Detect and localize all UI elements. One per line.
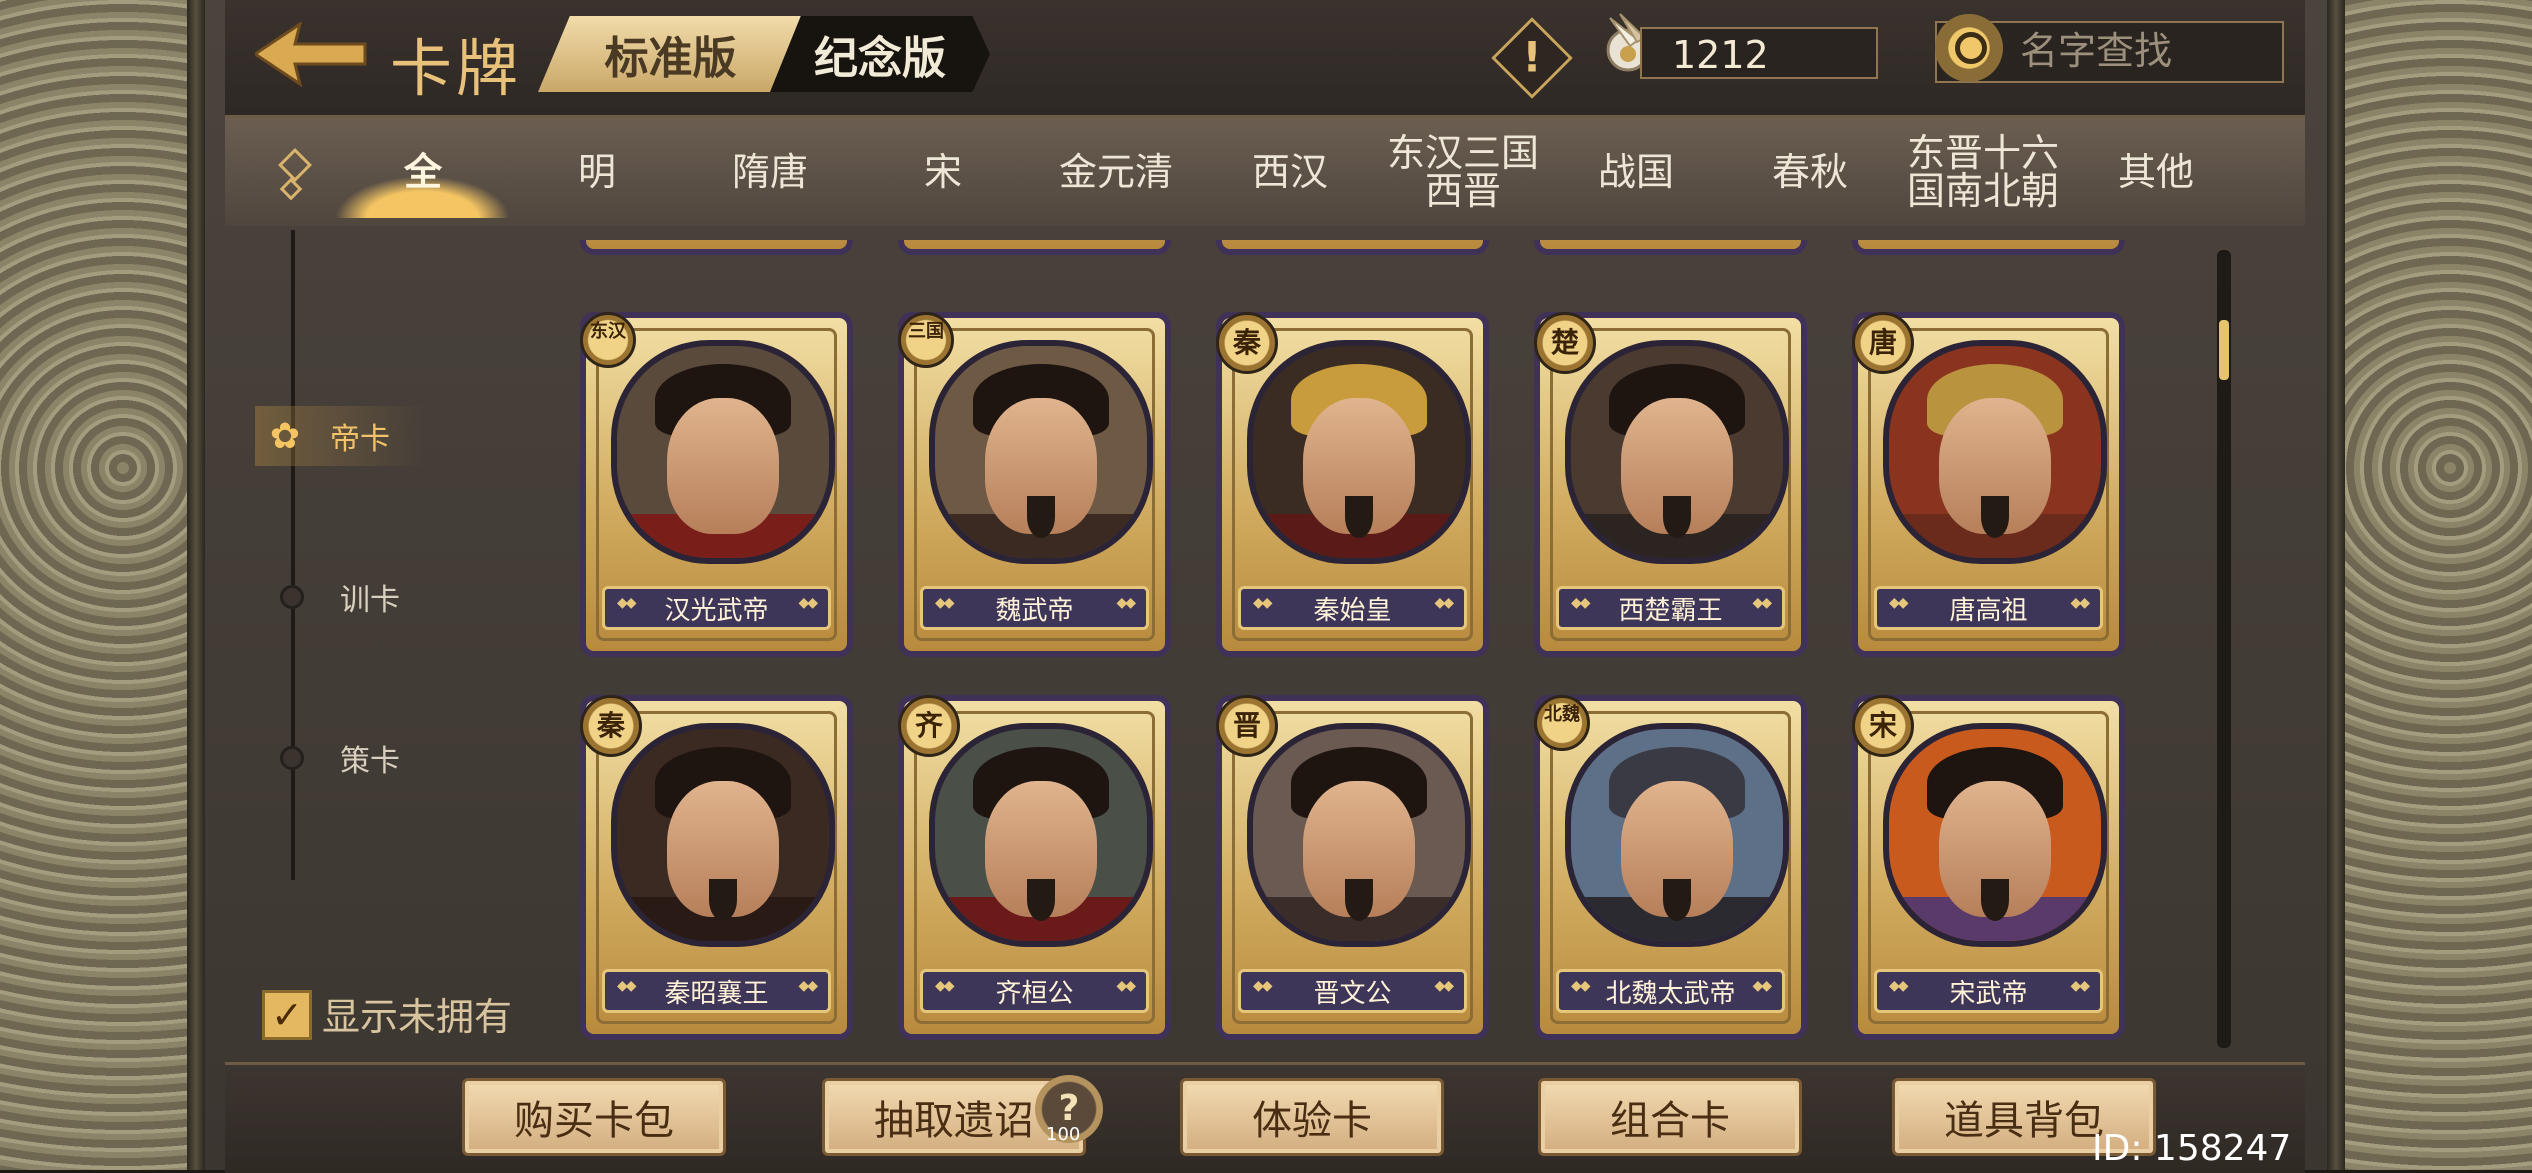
- card-name: 晋文公: [1238, 969, 1467, 1013]
- era-tab-warring-states[interactable]: 战国: [1556, 118, 1716, 226]
- era-badge: 三国: [898, 312, 954, 368]
- card-song-wu[interactable]: 宋 宋武帝: [1852, 695, 2125, 1040]
- buy-pack-button[interactable]: 购买卡包: [462, 1078, 726, 1156]
- category-training-card[interactable]: 训卡: [260, 567, 400, 627]
- card-portrait: [1565, 340, 1789, 564]
- card-name: 北魏太武帝: [1556, 969, 1785, 1013]
- card-grid: 东汉 汉光武帝 三国 魏武帝 秦 秦始皇 楚 西楚霸王 唐 唐高祖 秦 秦昭襄王…: [580, 240, 2140, 1052]
- tab-commemorative-edition[interactable]: 纪念版: [770, 16, 990, 92]
- right-decorative-border: [2327, 0, 2532, 1170]
- card-name: 魏武帝: [920, 586, 1149, 630]
- draw-token-count: 100: [1046, 1124, 1081, 1145]
- card-portrait: [1883, 340, 2107, 564]
- card-partial[interactable]: [1216, 240, 1489, 255]
- card-qi-huan[interactable]: 齐 齐桓公: [898, 695, 1171, 1040]
- timeline-dot: [280, 746, 304, 770]
- card-partial[interactable]: [580, 240, 853, 255]
- page-title: 卡牌: [390, 32, 523, 105]
- card-name: 秦始皇: [1238, 586, 1467, 630]
- card-portrait: [1247, 340, 1471, 564]
- category-label: 策卡: [340, 744, 400, 779]
- era-tab-eastern-han-three-kingdoms[interactable]: 东汉三国西晋: [1383, 118, 1543, 226]
- card-jin-wen[interactable]: 晋 晋文公: [1216, 695, 1489, 1040]
- trial-card-button[interactable]: 体验卡: [1180, 1078, 1444, 1156]
- era-tab-ming[interactable]: 明: [517, 118, 677, 226]
- card-portrait: [929, 340, 1153, 564]
- era-badge: 齐: [898, 695, 960, 757]
- era-tab-other[interactable]: 其他: [2076, 118, 2236, 226]
- era-tab-sui-tang[interactable]: 隋唐: [690, 118, 850, 226]
- era-tab-eastern-jin-sixteen-kingdoms[interactable]: 东晋十六国南北朝: [1903, 118, 2063, 226]
- card-portrait: [611, 723, 835, 947]
- era-tab-western-han[interactable]: 西汉: [1210, 118, 1370, 226]
- back-arrow-icon[interactable]: [255, 22, 370, 87]
- card-name: 齐桓公: [920, 969, 1149, 1013]
- search-input[interactable]: [2018, 24, 2277, 78]
- era-badge: 秦: [580, 695, 642, 757]
- currency-amount: 1212: [1640, 27, 1878, 79]
- card-portrait: [611, 340, 835, 564]
- card-han-guangwu[interactable]: 东汉 汉光武帝: [580, 312, 853, 657]
- card-portrait: [929, 723, 1153, 947]
- tab-standard-edition[interactable]: 标准版: [538, 16, 803, 92]
- timeline-dot: [280, 585, 304, 609]
- card-xichu-bawang[interactable]: 楚 西楚霸王: [1534, 312, 1807, 657]
- category-emperor-card[interactable]: ✿ 帝卡: [255, 406, 425, 466]
- card-portrait: [1883, 723, 2107, 947]
- card-name: 宋武帝: [1874, 969, 2103, 1013]
- era-tab-spring-autumn[interactable]: 春秋: [1730, 118, 1890, 226]
- scrollbar-thumb[interactable]: [2219, 320, 2229, 380]
- card-qin-zhaoxiang[interactable]: 秦 秦昭襄王: [580, 695, 853, 1040]
- card-name: 唐高祖: [1874, 586, 2103, 630]
- category-label: 训卡: [340, 583, 400, 618]
- card-qin-shihuang[interactable]: 秦 秦始皇: [1216, 312, 1489, 657]
- era-badge: 楚: [1534, 312, 1596, 374]
- lotus-icon: ✿: [269, 415, 301, 457]
- era-badge: 宋: [1852, 695, 1914, 757]
- card-name: 西楚霸王: [1556, 586, 1785, 630]
- era-badge: 秦: [1216, 312, 1278, 374]
- search-icon[interactable]: [1935, 14, 2003, 82]
- era-badge: 唐: [1852, 312, 1914, 374]
- era-tab-song[interactable]: 宋: [863, 118, 1023, 226]
- card-partial[interactable]: [1852, 240, 2125, 255]
- era-badge: 北魏: [1534, 695, 1590, 751]
- era-badge: 东汉: [580, 312, 636, 368]
- era-bar-ornament: [278, 145, 312, 225]
- era-tab-jin-yuan-qing[interactable]: 金元清: [1036, 118, 1196, 226]
- card-partial[interactable]: [1534, 240, 1807, 255]
- card-portrait: [1247, 723, 1471, 947]
- show-unowned-checkbox[interactable]: ✓: [262, 990, 312, 1040]
- card-beiwei-taiwu[interactable]: 北魏 北魏太武帝: [1534, 695, 1807, 1040]
- combo-card-button[interactable]: 组合卡: [1538, 1078, 1802, 1156]
- card-partial[interactable]: [898, 240, 1171, 255]
- era-badge: 晋: [1216, 695, 1278, 757]
- show-unowned-label: 显示未拥有: [322, 995, 513, 1039]
- card-portrait: [1565, 723, 1789, 947]
- user-id: ID: 158247: [2092, 1128, 2292, 1169]
- card-tang-gaozu[interactable]: 唐 唐高祖: [1852, 312, 2125, 657]
- category-strategy-card[interactable]: 策卡: [260, 728, 400, 788]
- card-name: 秦昭襄王: [602, 969, 831, 1013]
- card-wei-wu[interactable]: 三国 魏武帝: [898, 312, 1171, 657]
- category-label: 帝卡: [330, 422, 390, 457]
- era-tab-all[interactable]: 全: [343, 118, 503, 226]
- left-decorative-border: [0, 0, 205, 1170]
- card-name: 汉光武帝: [602, 586, 831, 630]
- notice-symbol: !: [1522, 32, 1542, 82]
